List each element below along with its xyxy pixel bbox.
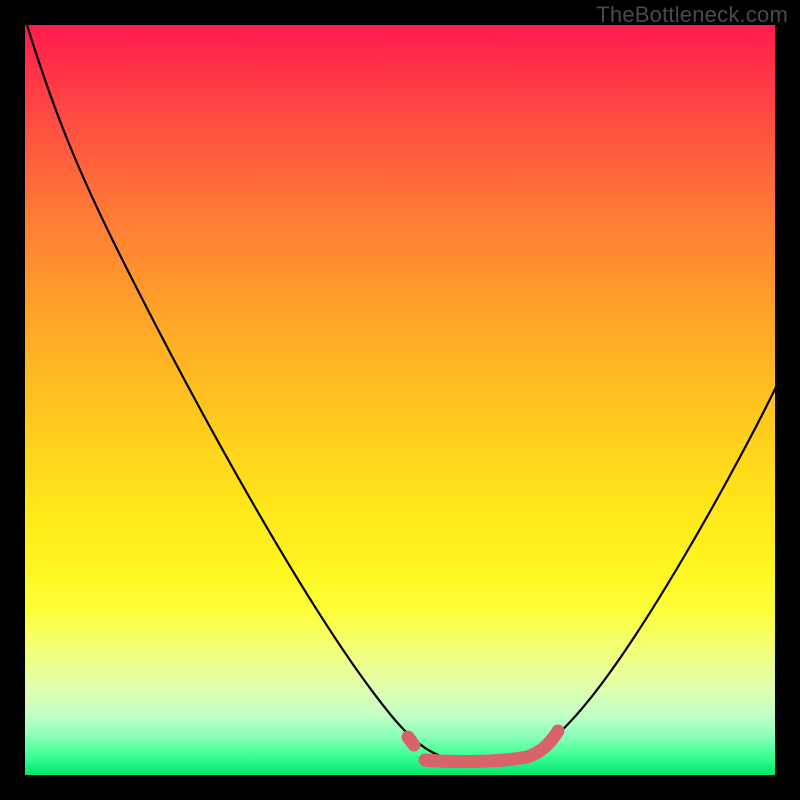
chart-svg [25, 25, 775, 775]
bottleneck-curve [27, 25, 777, 761]
optimal-zone-marker [408, 731, 558, 762]
chart-plot-area [25, 25, 775, 775]
chart-frame: TheBottleneck.com [0, 0, 800, 800]
